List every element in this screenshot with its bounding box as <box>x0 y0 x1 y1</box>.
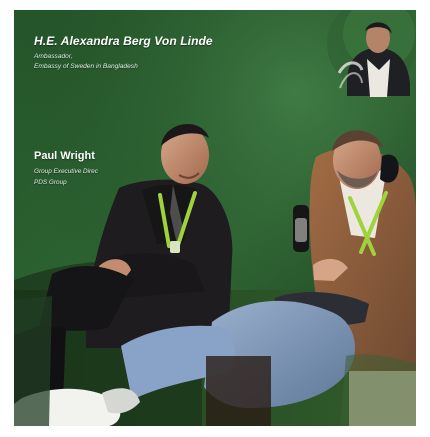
right-foreground-leaves <box>340 354 416 426</box>
speaker-2-name: Paul Wright <box>34 150 95 162</box>
speaker-1-title-line-2: Embassy of Sweden in Bangladesh <box>34 63 138 70</box>
left-foreground-shadow <box>14 296 52 426</box>
speaker-1-name: H.E. Alexandra Berg Von Linde <box>34 34 213 48</box>
panel-discussion-photo <box>14 10 416 426</box>
speaker-1-title-line-1: Ambassador, <box>34 53 73 60</box>
speaker-2-title-line-2: PDS Group <box>34 179 67 186</box>
photo-frame: H.E. Alexandra Berg Von Linde Ambassador… <box>14 10 416 426</box>
speaker-2-title-line-1: Group Executive Direc <box>34 168 98 175</box>
